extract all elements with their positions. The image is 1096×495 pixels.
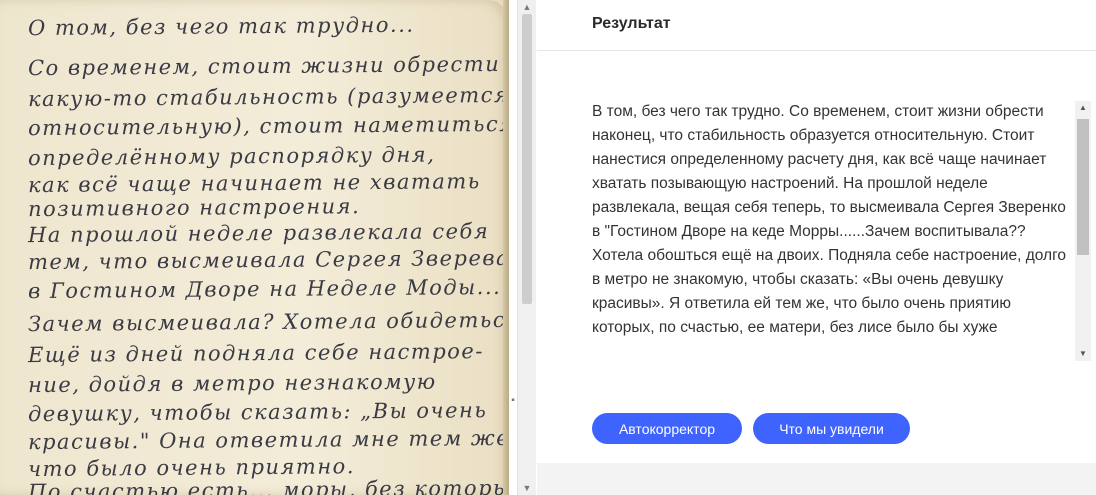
handwritten-line: относительную), стоит наметиться xyxy=(27,111,509,141)
handwritten-line: Зачем высмеивала? Хотела обидеться =) xyxy=(27,307,509,337)
page-edge xyxy=(503,0,509,495)
scroll-down-icon[interactable]: ▼ xyxy=(518,481,536,495)
handwritten-line: красивы." Она ответила мне тем же, xyxy=(27,425,509,455)
result-scrollbar[interactable]: ▲ ▼ xyxy=(1075,101,1091,361)
handwritten-line: Ещё из дней подняла себе настрое- xyxy=(27,339,485,368)
result-panel: Результат В том, без чего так трудно. Со… xyxy=(537,0,1096,495)
scrollbar-thumb[interactable] xyxy=(1077,119,1089,255)
handwritten-line: О том, без чего так трудно... xyxy=(27,12,415,41)
notebook-page-image: О том, без чего так трудно... Со времене… xyxy=(0,0,509,495)
scroll-up-icon[interactable]: ▲ xyxy=(1075,101,1091,115)
result-header: Результат xyxy=(537,0,1096,51)
result-title: Результат xyxy=(592,15,671,32)
handwritten-line: какую-то стабильность (разумеется, xyxy=(27,82,509,112)
autocorrect-button[interactable]: Автокорректор xyxy=(592,413,742,444)
handwritten-line: в Гостином Дворе на Неделе Моды... xyxy=(27,274,502,304)
handwritten-line: По счастью есть... моры, без которых xyxy=(27,475,509,495)
scroll-down-icon[interactable]: ▼ xyxy=(1075,347,1091,361)
scrollbar-thumb[interactable] xyxy=(522,14,532,304)
footer-band xyxy=(537,463,1096,495)
handwritten-line: девушку, чтобы сказать: „Вы очень xyxy=(27,398,488,427)
image-scrollbar[interactable]: ▲ ▼ xyxy=(517,0,536,495)
scroll-up-icon[interactable]: ▲ xyxy=(518,0,536,14)
handwritten-line: ние, дойдя в метро незнакомую xyxy=(27,369,437,398)
handwritten-line: На прошлой неделе развлекала себя xyxy=(27,219,490,248)
notebook-image-panel: О том, без чего так трудно... Со времене… xyxy=(0,0,509,495)
handwritten-line: Со временем, стоит жизни обрести xyxy=(27,51,501,81)
handwritten-line: тем, что высмеивала Сергея Зверева xyxy=(27,245,509,275)
handwritten-line: определённому распорядку дня, xyxy=(27,142,436,171)
recognized-text[interactable]: В том, без чего так трудно. Со временем,… xyxy=(592,100,1076,362)
what-we-saw-button[interactable]: Что мы увидели xyxy=(753,413,910,444)
handwritten-line: позитивного настроения. xyxy=(27,194,361,222)
resize-handle-icon[interactable]: ▪ xyxy=(509,395,517,407)
